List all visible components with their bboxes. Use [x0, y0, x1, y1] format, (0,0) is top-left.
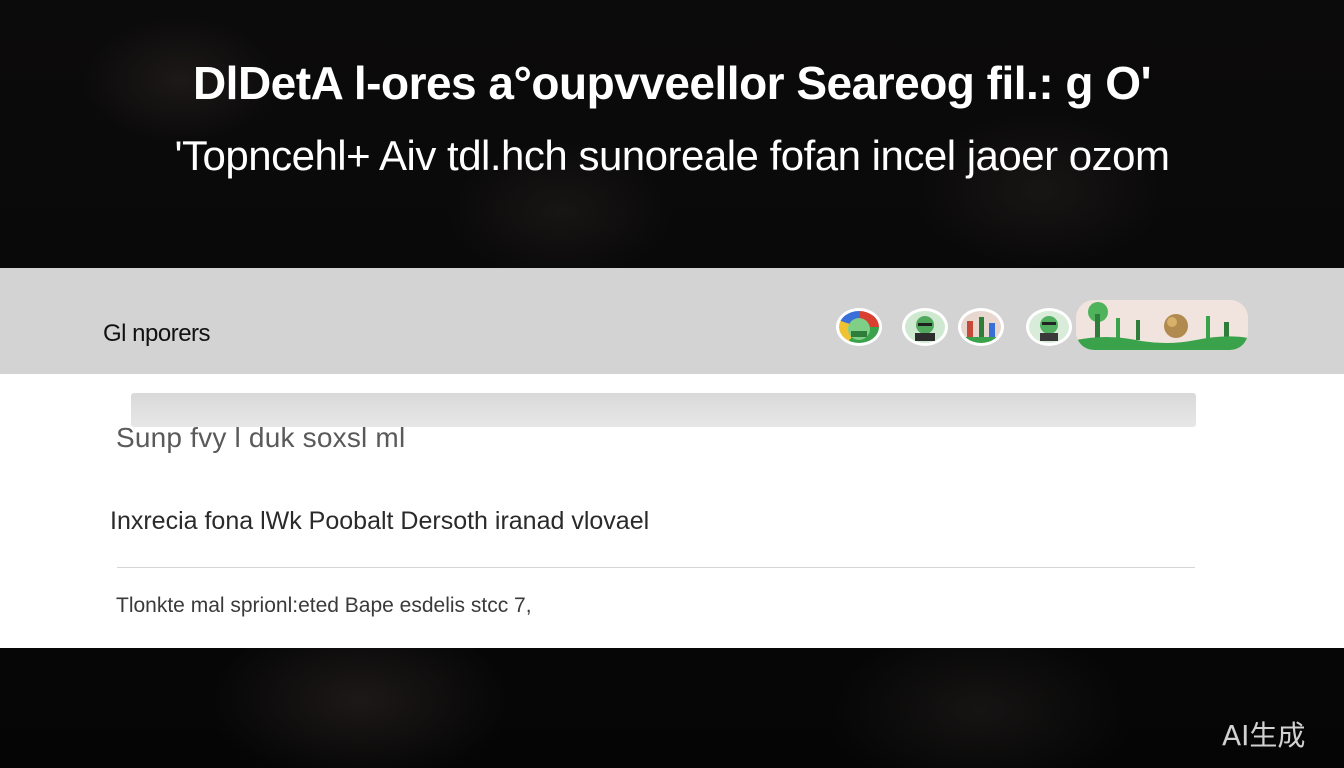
avatar-face-icon — [848, 318, 870, 340]
avatar-strip[interactable] — [836, 300, 1248, 352]
ai-generated-watermark: AI生成 — [1222, 719, 1306, 752]
avatar-2[interactable] — [902, 308, 948, 346]
toolbar-title: Gl nporers — [103, 320, 211, 347]
avatar-1[interactable] — [836, 308, 882, 346]
list-item[interactable]: Tlonkte mal sprionl:eted Bape esdelis st… — [116, 594, 532, 618]
avatar-face-icon — [915, 316, 935, 341]
search-hint-text: Sunp fvy l duk soxsl ml — [116, 422, 406, 453]
hero-subheadline: 'Topncehl+ Aiv tdl.hch sunoreale fofan i… — [174, 132, 1170, 179]
avatar-face-icon — [1040, 316, 1058, 341]
avatar-4[interactable] — [1026, 308, 1072, 346]
avatar-3[interactable] — [958, 308, 1004, 346]
list-divider — [117, 567, 1195, 568]
landscape-image-badge[interactable] — [1076, 300, 1248, 350]
landscape-image-icon — [1076, 300, 1248, 350]
list-item[interactable]: Inxrecia fona lWk Poobalt Dersoth iranad… — [110, 507, 649, 536]
hero-headline: DlDetA l-ores a°oupvveellor Seareog fil.… — [192, 57, 1152, 109]
avatar-figure-icon — [961, 317, 1001, 343]
page: DlDetA l-ores a°oupvveellor Seareog fil.… — [0, 0, 1344, 768]
